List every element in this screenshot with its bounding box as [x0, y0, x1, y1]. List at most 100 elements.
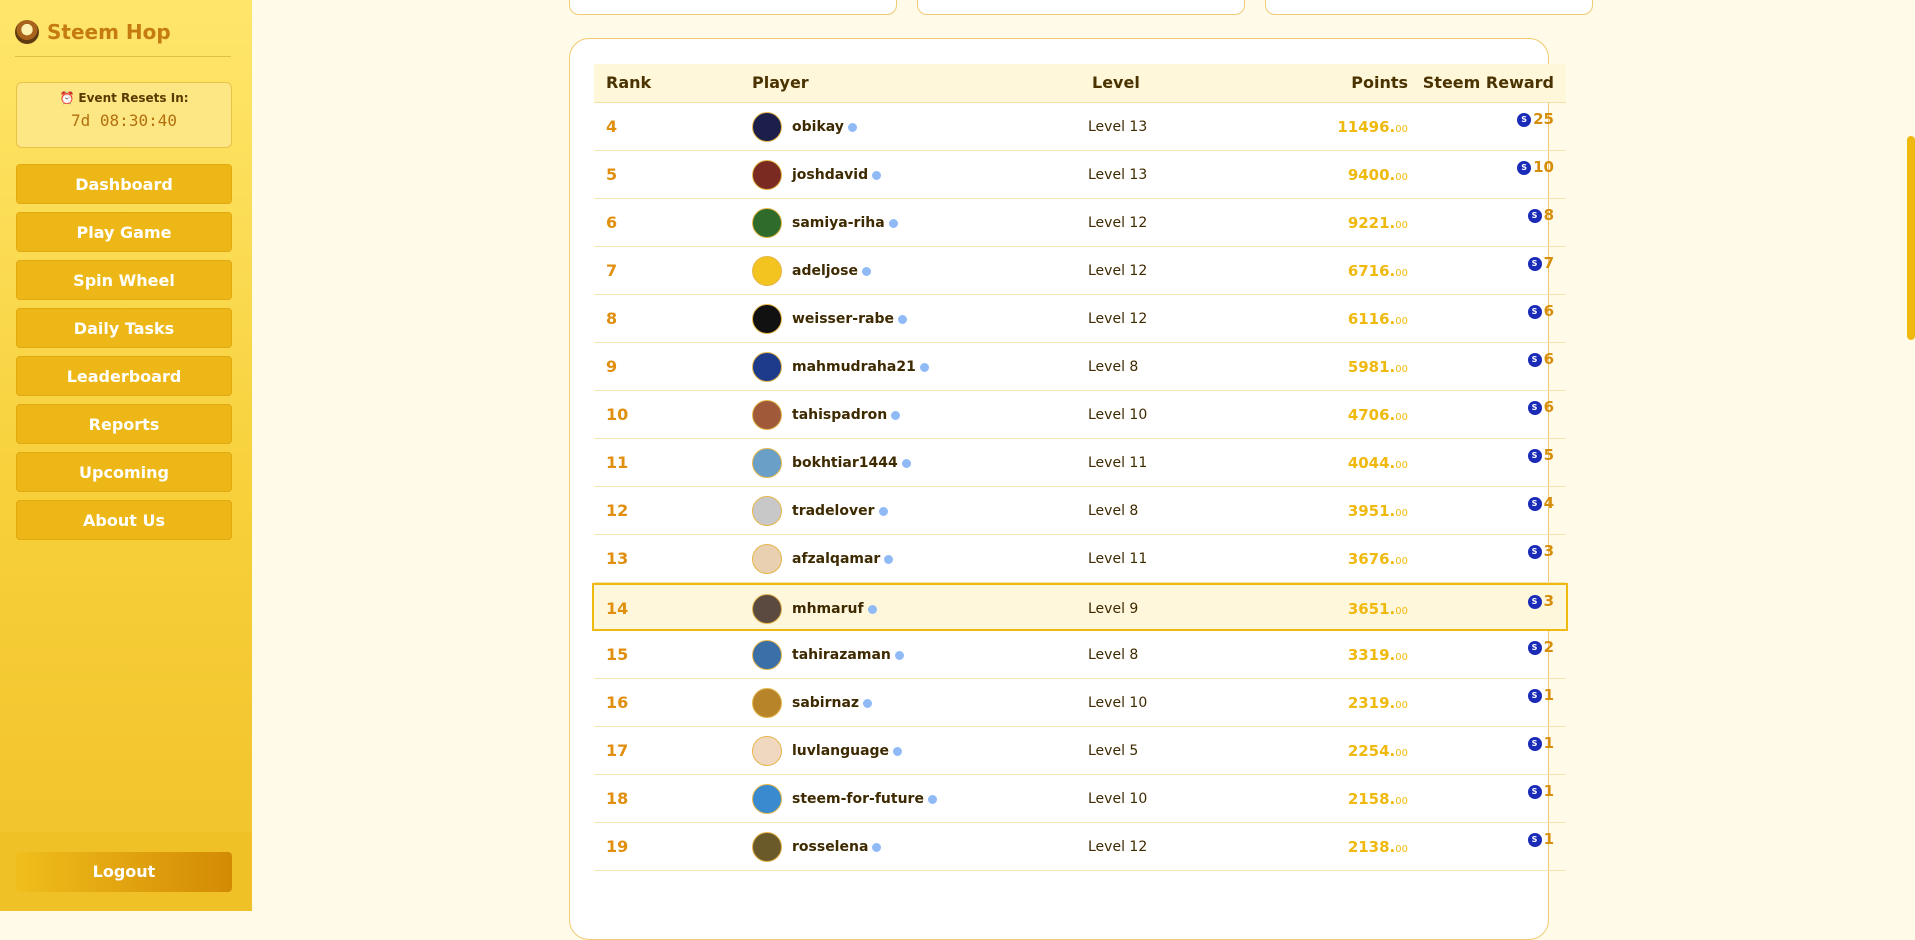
player-name-cell[interactable]: mhmaruf — [792, 585, 877, 633]
table-row[interactable]: 8 weisser-rabe Level 12 6116.00 S 6 — [594, 295, 1566, 343]
avatar[interactable] — [752, 832, 782, 862]
table-row[interactable]: 5 joshdavid Level 13 9400.00 S 10 — [594, 151, 1566, 199]
nav-upcoming[interactable]: Upcoming — [16, 452, 232, 492]
info-icon[interactable] — [919, 362, 929, 372]
divider — [15, 56, 231, 57]
player-name[interactable]: steem-for-future — [792, 791, 924, 807]
avatar[interactable] — [752, 496, 782, 526]
header-rank[interactable]: Rank — [606, 64, 651, 102]
nav-daily-tasks[interactable]: Daily Tasks — [16, 308, 232, 348]
table-row[interactable]: 6 samiya-riha Level 12 9221.00 S 8 — [594, 199, 1566, 247]
reward-cell: S 10 — [1517, 158, 1554, 176]
avatar[interactable] — [752, 208, 782, 238]
player-name[interactable]: tahispadron — [792, 407, 887, 423]
player-name-cell[interactable]: bokhtiar1444 — [792, 439, 911, 487]
avatar[interactable] — [752, 784, 782, 814]
info-icon[interactable] — [927, 794, 937, 804]
avatar[interactable] — [752, 160, 782, 190]
table-row[interactable]: 19 rosselena Level 12 2138.00 S 1 — [594, 823, 1566, 871]
player-name[interactable]: mahmudraha21 — [792, 359, 916, 375]
player-name[interactable]: afzalqamar — [792, 551, 880, 567]
table-row[interactable]: 12 tradelover Level 8 3951.00 S 4 — [594, 487, 1566, 535]
player-name[interactable]: mhmaruf — [792, 601, 864, 617]
player-name-cell[interactable]: tahirazaman — [792, 631, 904, 679]
points-decimal: 00 — [1395, 172, 1408, 183]
info-icon[interactable] — [878, 506, 888, 516]
header-steem-reward[interactable]: Steem Reward — [1423, 64, 1554, 102]
player-name-cell[interactable]: adeljose — [792, 247, 872, 295]
player-name-cell[interactable]: joshdavid — [792, 151, 882, 199]
nav-leaderboard[interactable]: Leaderboard — [16, 356, 232, 396]
table-row[interactable]: 15 tahirazaman Level 8 3319.00 S 2 — [594, 631, 1566, 679]
info-icon[interactable] — [888, 218, 898, 228]
avatar[interactable] — [752, 640, 782, 670]
avatar[interactable] — [752, 688, 782, 718]
avatar[interactable] — [752, 594, 782, 624]
header-player[interactable]: Player — [752, 64, 809, 102]
info-icon[interactable] — [893, 746, 903, 756]
player-name-cell[interactable]: luvlanguage — [792, 727, 903, 775]
player-name[interactable]: bokhtiar1444 — [792, 455, 898, 471]
info-icon[interactable] — [897, 314, 907, 324]
player-name-cell[interactable]: mahmudraha21 — [792, 343, 929, 391]
player-name[interactable]: sabirnaz — [792, 695, 859, 711]
table-row[interactable]: 14 mhmaruf Level 9 3651.00 S 3 — [592, 583, 1568, 631]
info-icon[interactable] — [894, 650, 904, 660]
brand[interactable]: Steem Hop — [15, 20, 171, 44]
player-name[interactable]: adeljose — [792, 263, 858, 279]
brand-name: Steem Hop — [47, 20, 171, 44]
table-row[interactable]: 7 adeljose Level 12 6716.00 S 7 — [594, 247, 1566, 295]
header-points[interactable]: Points — [1351, 64, 1408, 102]
info-icon[interactable] — [867, 604, 877, 614]
player-name[interactable]: tradelover — [792, 503, 875, 519]
info-icon[interactable] — [872, 842, 882, 852]
player-name[interactable]: tahirazaman — [792, 647, 891, 663]
info-icon[interactable] — [872, 170, 882, 180]
info-icon[interactable] — [847, 122, 857, 132]
avatar[interactable] — [752, 736, 782, 766]
logout-button[interactable]: Logout — [16, 852, 232, 892]
avatar[interactable] — [752, 400, 782, 430]
header-level[interactable]: Level — [1092, 64, 1140, 102]
info-icon[interactable] — [863, 698, 873, 708]
avatar[interactable] — [752, 112, 782, 142]
player-name-cell[interactable]: tahispadron — [792, 391, 901, 439]
table-row[interactable]: 9 mahmudraha21 Level 8 5981.00 S 6 — [594, 343, 1566, 391]
info-icon[interactable] — [891, 410, 901, 420]
table-row[interactable]: 4 obikay Level 13 11496.00 S 25 — [594, 103, 1566, 151]
info-icon[interactable] — [901, 458, 911, 468]
player-name[interactable]: obikay — [792, 119, 844, 135]
player-name-cell[interactable]: obikay — [792, 103, 857, 151]
table-row[interactable]: 17 luvlanguage Level 5 2254.00 S 1 — [594, 727, 1566, 775]
table-row[interactable]: 11 bokhtiar1444 Level 11 4044.00 S 5 — [594, 439, 1566, 487]
player-name[interactable]: samiya-riha — [792, 215, 885, 231]
player-name-cell[interactable]: afzalqamar — [792, 535, 894, 583]
player-name-cell[interactable]: samiya-riha — [792, 199, 898, 247]
player-name-cell[interactable]: weisser-rabe — [792, 295, 907, 343]
nav-spin-wheel[interactable]: Spin Wheel — [16, 260, 232, 300]
table-row[interactable]: 18 steem-for-future Level 10 2158.00 S 1 — [594, 775, 1566, 823]
nav-play-game[interactable]: Play Game — [16, 212, 232, 252]
avatar[interactable] — [752, 256, 782, 286]
player-name[interactable]: rosselena — [792, 839, 868, 855]
player-name-cell[interactable]: steem-for-future — [792, 775, 937, 823]
nav-about-us[interactable]: About Us — [16, 500, 232, 540]
player-name-cell[interactable]: sabirnaz — [792, 679, 873, 727]
player-name-cell[interactable]: tradelover — [792, 487, 888, 535]
scrollbar-thumb[interactable] — [1907, 136, 1915, 340]
avatar[interactable] — [752, 448, 782, 478]
nav-dashboard[interactable]: Dashboard — [16, 164, 232, 204]
player-name-cell[interactable]: rosselena — [792, 823, 882, 871]
player-name[interactable]: weisser-rabe — [792, 311, 894, 327]
player-name[interactable]: luvlanguage — [792, 743, 889, 759]
info-icon[interactable] — [884, 554, 894, 564]
info-icon[interactable] — [862, 266, 872, 276]
player-name[interactable]: joshdavid — [792, 167, 868, 183]
avatar[interactable] — [752, 544, 782, 574]
nav-reports[interactable]: Reports — [16, 404, 232, 444]
table-row[interactable]: 13 afzalqamar Level 11 3676.00 S 3 — [594, 535, 1566, 583]
avatar[interactable] — [752, 352, 782, 382]
avatar[interactable] — [752, 304, 782, 334]
table-row[interactable]: 10 tahispadron Level 10 4706.00 S 6 — [594, 391, 1566, 439]
table-row[interactable]: 16 sabirnaz Level 10 2319.00 S 1 — [594, 679, 1566, 727]
